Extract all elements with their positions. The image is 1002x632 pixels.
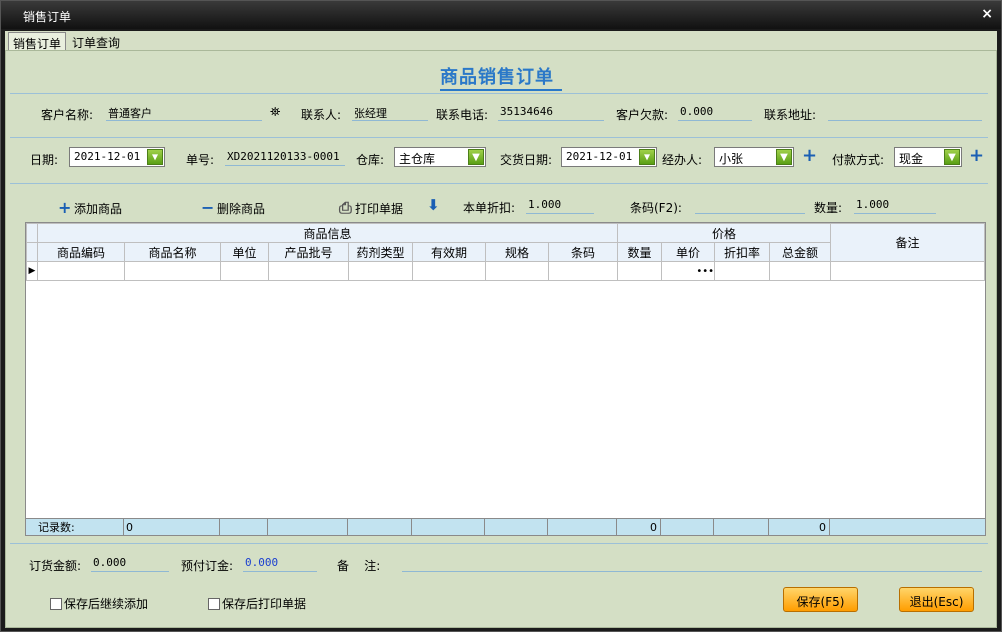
phone-label: 联系电话: [436, 108, 489, 122]
column-header[interactable]: 有效期 [412, 242, 486, 262]
record-count-label: 记录数: [25, 518, 124, 536]
title-bar: 销售订单 × [1, 1, 1001, 29]
ellipsis-icon[interactable]: ••• [661, 261, 716, 281]
order-no-label: 单号: [186, 153, 215, 167]
debt-field: 0.000 [678, 103, 752, 121]
phone-field[interactable]: 35134646 [498, 103, 604, 121]
minus-icon: − [201, 198, 215, 217]
group-product-info: 商品信息 [36, 223, 619, 243]
column-header[interactable]: 商品编码 [37, 242, 125, 262]
chevron-down-icon[interactable]: ▼ [639, 149, 655, 165]
tab-bar: 销售订单 订单查询 [5, 31, 997, 51]
column-header[interactable]: 单价 [661, 242, 716, 262]
product-grid[interactable]: 商品信息 价格 备注 商品编码 商品名称 单位 产品批号 药剂类型 有效期 规格… [25, 222, 986, 534]
remark-label: 备 注: [337, 559, 381, 573]
column-header[interactable]: 产品批号 [268, 242, 349, 262]
handler-label: 经办人: [662, 153, 703, 167]
customer-name-label: 客户名称: [41, 108, 94, 122]
arrow-down-icon[interactable]: ⬇ [427, 196, 440, 214]
barcode-label: 条码(F2): [630, 201, 682, 215]
remark-field[interactable] [402, 554, 982, 572]
print-button[interactable]: ⎙ 打印单据 [339, 198, 403, 218]
delete-product-button[interactable]: − 删除商品 [201, 198, 265, 217]
save-button[interactable]: 保存(F5) [783, 587, 858, 612]
record-count-value: 0 [123, 518, 220, 536]
debt-label: 客户欠款: [616, 108, 669, 122]
add-product-button[interactable]: + 添加商品 [58, 198, 122, 217]
divider [10, 93, 988, 94]
chevron-down-icon[interactable]: ▼ [468, 149, 484, 165]
column-header[interactable]: 药剂类型 [348, 242, 413, 262]
add-handler-icon[interactable]: + [802, 147, 817, 165]
warehouse-select[interactable]: 主仓库 ▼ [394, 147, 486, 167]
plus-icon: + [58, 198, 72, 217]
order-no-field: XD2021120133-0001 [225, 148, 345, 166]
close-icon[interactable]: × [981, 6, 993, 22]
order-amount-field: 0.000 [91, 554, 169, 572]
column-header[interactable]: 条码 [547, 242, 619, 262]
contact-field[interactable]: 张经理 [352, 103, 428, 121]
row-indicator-icon: ▶ [26, 261, 38, 281]
printer-icon: ⎙ [339, 198, 352, 217]
grid-footer: 记录数: 0 0 0 [25, 518, 986, 536]
address-field[interactable] [828, 103, 982, 121]
binoculars-icon[interactable]: ⛯ [270, 105, 280, 120]
column-header[interactable]: 单位 [220, 242, 269, 262]
qty-field[interactable]: 1.000 [854, 196, 936, 214]
qty-label: 数量: [814, 201, 843, 215]
divider [10, 543, 988, 544]
tab-sales-order[interactable]: 销售订单 [8, 32, 67, 51]
tab-order-query[interactable]: 订单查询 [68, 32, 124, 51]
address-label: 联系地址: [764, 108, 817, 122]
save-continue-checkbox[interactable]: 保存后继续添加 [50, 595, 148, 612]
grid-group-header: 商品信息 价格 备注 [26, 223, 985, 262]
payment-label: 付款方式: [832, 153, 885, 167]
column-header[interactable]: 规格 [485, 242, 549, 262]
group-price: 价格 [617, 223, 832, 243]
customer-name-field[interactable]: 普通客户 [106, 103, 262, 121]
exit-button[interactable]: 退出(Esc) [899, 587, 974, 612]
chevron-down-icon[interactable]: ▼ [944, 149, 960, 165]
chevron-down-icon[interactable]: ▼ [776, 149, 792, 165]
column-header[interactable]: 商品名称 [124, 242, 221, 262]
chevron-down-icon[interactable]: ▼ [147, 149, 163, 165]
column-header[interactable]: 折扣率 [714, 242, 771, 262]
column-header[interactable]: 总金额 [769, 242, 832, 262]
order-amount-label: 订货金额: [29, 559, 82, 573]
main-panel: 商品销售订单 客户名称: 普通客户 ⛯ 联系人: 张经理 联系电话: 35134… [5, 50, 997, 628]
payment-select[interactable]: 现金 ▼ [894, 147, 962, 167]
contact-label: 联系人: [301, 108, 342, 122]
sales-order-window: 销售订单 × 销售订单 订单查询 商品销售订单 客户名称: 普通客户 ⛯ 联系人… [0, 0, 1002, 632]
divider [10, 137, 988, 138]
save-print-checkbox[interactable]: 保存后打印单据 [208, 595, 306, 612]
warehouse-label: 仓库: [356, 153, 385, 167]
add-payment-icon[interactable]: + [969, 147, 984, 165]
delivery-date-picker[interactable]: 2021-12-01 ▼ [561, 147, 657, 167]
handler-select[interactable]: 小张 ▼ [714, 147, 794, 167]
discount-field[interactable]: 1.000 [526, 196, 594, 214]
window-title: 销售订单 [23, 10, 72, 24]
date-picker[interactable]: 2021-12-01 ▼ [69, 147, 165, 167]
total-qty-value: 0 [616, 518, 661, 536]
total-amount-value: 0 [768, 518, 830, 536]
page-title: 商品销售订单 [6, 63, 996, 91]
divider [10, 183, 988, 184]
column-header[interactable]: 数量 [617, 242, 663, 262]
table-row[interactable]: ▶ ••• [26, 261, 985, 281]
date-label: 日期: [30, 153, 59, 167]
delivery-date-label: 交货日期: [500, 153, 553, 167]
column-remark: 备注 [830, 223, 985, 262]
prepay-field[interactable]: 0.000 [243, 554, 317, 572]
discount-label: 本单折扣: [463, 201, 516, 215]
barcode-field[interactable] [695, 196, 805, 214]
prepay-label: 预付订金: [181, 559, 234, 573]
